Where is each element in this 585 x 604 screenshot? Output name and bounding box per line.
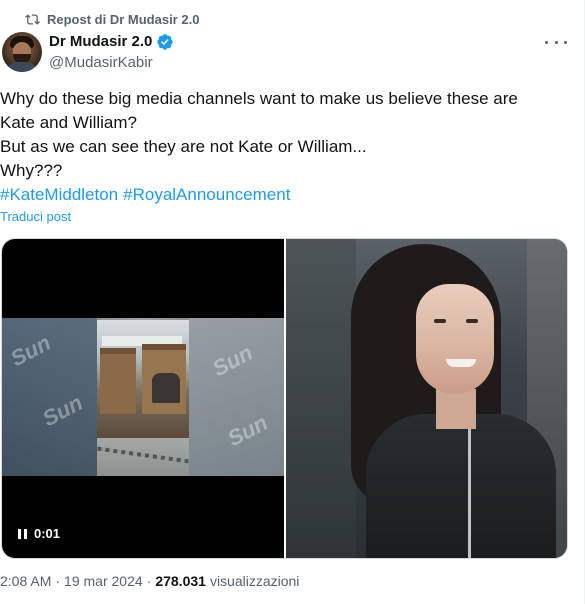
author-display-name[interactable]: Dr Mudasir 2.0: [49, 33, 152, 50]
more-options-icon[interactable]: [545, 34, 567, 50]
hashtag-row: #KateMiddleton #RoyalAnnouncement: [0, 183, 560, 207]
post-text-line: Kate and William?: [0, 113, 138, 132]
post-text-line: Why do these big media channels want to …: [0, 89, 518, 108]
repost-indicator[interactable]: Repost di Dr Mudasir 2.0: [25, 10, 199, 28]
hashtag-link[interactable]: #KateMiddleton: [0, 185, 118, 204]
video-player[interactable]: Sun Sun Sun Sun 0:01: [2, 239, 284, 558]
author-handle[interactable]: @MudasirKabir: [49, 54, 174, 71]
separator: ·: [55, 573, 61, 589]
post-metadata: 2:08 AM · 19 mar 2024 · 278.031 visualiz…: [0, 573, 299, 589]
photo-image[interactable]: [286, 239, 567, 558]
post-date[interactable]: 19 mar 2024: [64, 573, 143, 589]
verified-badge-icon[interactable]: [156, 33, 174, 51]
author-info: Dr Mudasir 2.0 @MudasirKabir: [49, 32, 174, 71]
video-timestamp: 0:01: [34, 526, 61, 541]
repost-icon: [25, 13, 40, 25]
post-text-line: But as we can see they are not Kate or W…: [0, 137, 367, 156]
views-count: 278.031: [155, 573, 206, 589]
video-controls: 0:01: [18, 526, 60, 541]
post-text: Why do these big media channels want to …: [0, 87, 560, 207]
translate-post-link[interactable]: Traduci post: [0, 209, 71, 224]
media-grid: Sun Sun Sun Sun 0:01: [1, 238, 568, 559]
separator: ·: [146, 573, 152, 589]
views-label: visualizzazioni: [209, 573, 300, 589]
repost-label: Repost di Dr Mudasir 2.0: [47, 11, 200, 27]
post-text-line: Why???: [0, 161, 63, 180]
post-time[interactable]: 2:08 AM: [0, 573, 51, 589]
avatar[interactable]: [2, 32, 42, 72]
video-frame: Sun Sun Sun Sun: [2, 318, 284, 476]
hashtag-link[interactable]: #RoyalAnnouncement: [123, 185, 290, 204]
pause-icon[interactable]: [18, 528, 27, 539]
